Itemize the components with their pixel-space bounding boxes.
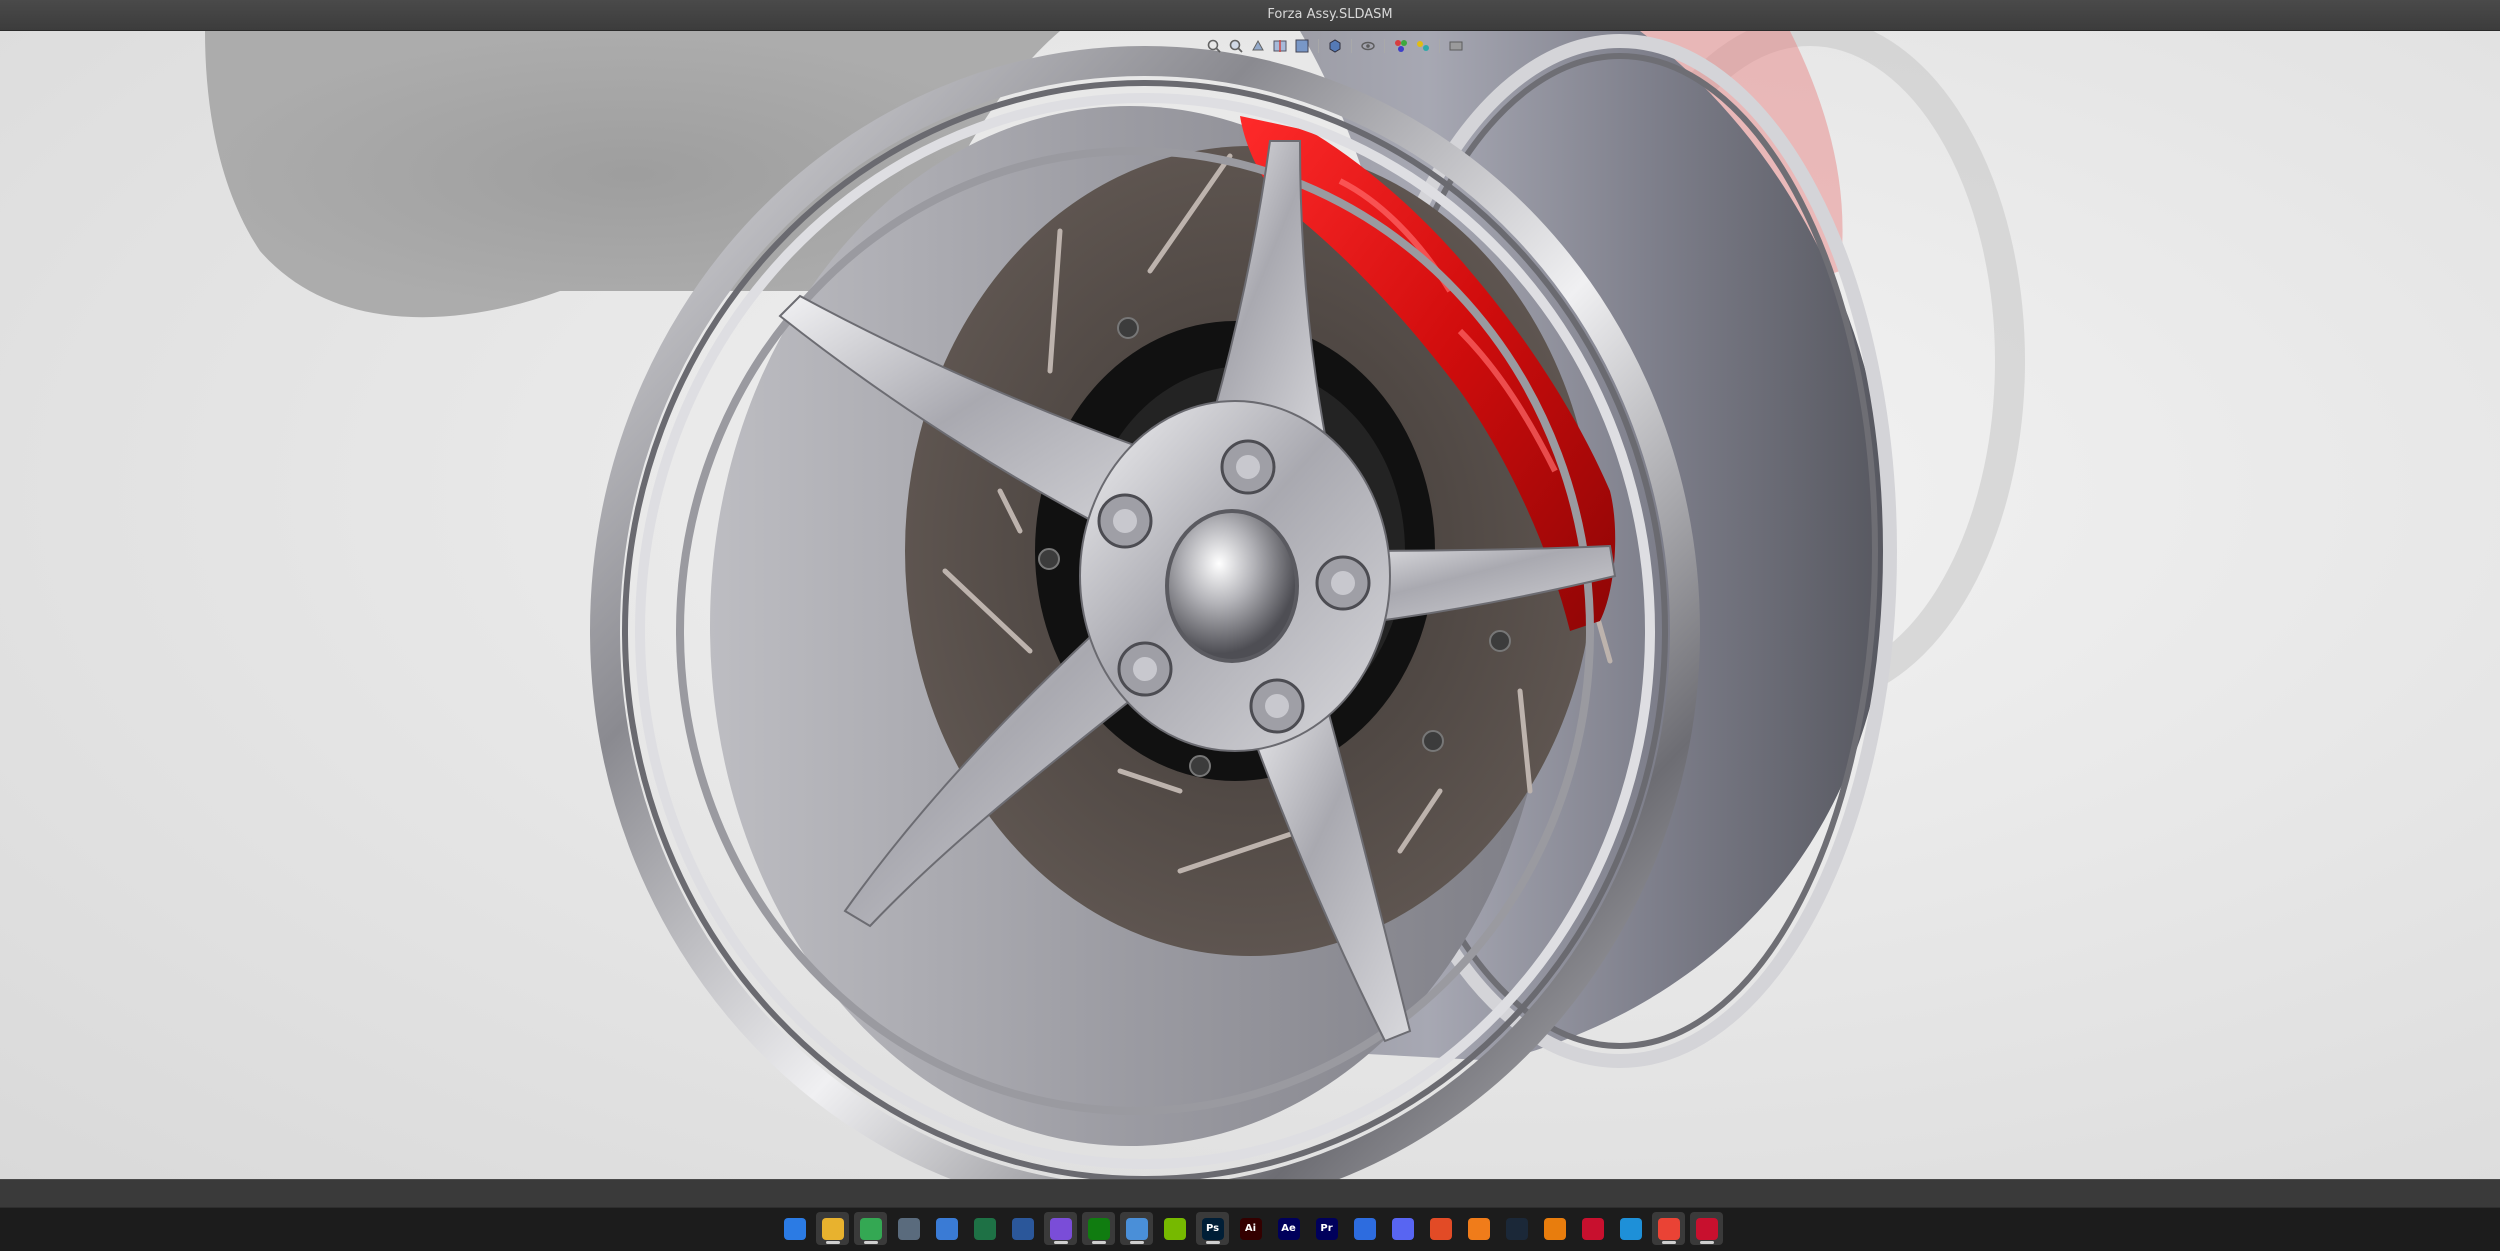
file-explorer-icon[interactable] [816, 1212, 849, 1245]
nvidia-icon[interactable] [1158, 1212, 1191, 1245]
taskbar-pinned-apps: Ps Ai Ae Pr [778, 1212, 1723, 1245]
chrome-glyph [859, 1217, 882, 1240]
steam-icon[interactable] [1500, 1212, 1533, 1245]
discord-icon[interactable] [1386, 1212, 1419, 1245]
status-bar [0, 1179, 2500, 1208]
xbox-glyph [1087, 1217, 1110, 1240]
toolbar-separator [1351, 39, 1352, 53]
solidworks-active-icon[interactable] [1690, 1212, 1723, 1245]
xbox-icon[interactable] [1082, 1212, 1115, 1245]
notepad-glyph [1125, 1217, 1148, 1240]
fusion-icon[interactable] [1462, 1212, 1495, 1245]
chrome-profile-icon[interactable] [1652, 1212, 1685, 1245]
photoshop-icon[interactable]: Ps [1196, 1212, 1229, 1245]
3d-cube-glyph [1619, 1217, 1642, 1240]
3d-cube-icon[interactable] [1614, 1212, 1647, 1245]
previous-view-icon[interactable] [1249, 37, 1267, 55]
discord-glyph [1391, 1217, 1414, 1240]
blender-icon[interactable] [1538, 1212, 1571, 1245]
toolbar-separator [1384, 39, 1385, 53]
running-indicator [1129, 1241, 1144, 1244]
view-settings-icon[interactable] [1447, 37, 1465, 55]
center-cap [1165, 509, 1299, 663]
hide-show-items-icon[interactable] [1359, 37, 1377, 55]
blender-glyph [1543, 1217, 1566, 1240]
mail-glyph [1353, 1217, 1376, 1240]
excel-icon[interactable] [968, 1212, 1001, 1245]
toolbar-separator [1318, 39, 1319, 53]
running-indicator [1205, 1241, 1220, 1244]
calculator-glyph [897, 1217, 920, 1240]
chrome-icon[interactable] [854, 1212, 887, 1245]
zoom-to-fit-icon[interactable] [1205, 37, 1223, 55]
excel-glyph [973, 1217, 996, 1240]
window-titlebar[interactable]: Forza Assy.SLDASM [0, 0, 2500, 31]
heads-up-view-toolbar [1205, 34, 1465, 58]
fusion-glyph [1467, 1217, 1490, 1240]
graphics-viewport[interactable] [0, 31, 2500, 1179]
section-view-icon[interactable] [1271, 37, 1289, 55]
word-glyph [1011, 1217, 1034, 1240]
ea-icon[interactable] [1424, 1212, 1457, 1245]
word-icon[interactable] [1006, 1212, 1039, 1245]
solidworks-icon[interactable] [1576, 1212, 1609, 1245]
taskbar: Ps Ai Ae Pr [0, 1207, 2500, 1251]
photoshop-glyph: Ps [1201, 1217, 1224, 1240]
after-effects-icon[interactable]: Ae [1272, 1212, 1305, 1245]
running-indicator [1053, 1241, 1068, 1244]
view-orientation-icon[interactable] [1293, 37, 1311, 55]
zoom-to-area-icon[interactable] [1227, 37, 1245, 55]
camera-app-glyph [1049, 1217, 1072, 1240]
premiere-pro-icon[interactable]: Pr [1310, 1212, 1343, 1245]
windows-start-glyph [783, 1217, 806, 1240]
solidworks-active-glyph [1695, 1217, 1718, 1240]
calculator-icon[interactable] [892, 1212, 925, 1245]
after-effects-glyph: Ae [1277, 1217, 1300, 1240]
chrome-profile-glyph [1657, 1217, 1680, 1240]
mail-icon[interactable] [1348, 1212, 1381, 1245]
steam-glyph [1505, 1217, 1528, 1240]
illustrator-icon[interactable]: Ai [1234, 1212, 1267, 1245]
notepad-icon[interactable] [1120, 1212, 1153, 1245]
edit-appearance-icon[interactable] [1392, 37, 1410, 55]
microsoft-store-icon[interactable] [930, 1212, 963, 1245]
running-indicator [1091, 1241, 1106, 1244]
running-indicator [863, 1241, 878, 1244]
nvidia-glyph [1163, 1217, 1186, 1240]
toolbar-separator [1439, 39, 1440, 53]
running-indicator [825, 1241, 840, 1244]
running-indicator [1661, 1241, 1676, 1244]
display-style-icon[interactable] [1326, 37, 1344, 55]
ea-glyph [1429, 1217, 1452, 1240]
wheel-assembly-model[interactable] [0, 31, 2500, 1179]
microsoft-store-glyph [935, 1217, 958, 1240]
solidworks-glyph [1581, 1217, 1604, 1240]
running-indicator [1699, 1241, 1714, 1244]
window-title: Forza Assy.SLDASM [1267, 7, 1393, 22]
windows-start-icon[interactable] [778, 1212, 811, 1245]
camera-app-icon[interactable] [1044, 1212, 1077, 1245]
premiere-pro-glyph: Pr [1315, 1217, 1338, 1240]
apply-scene-icon[interactable] [1414, 37, 1432, 55]
file-explorer-glyph [821, 1217, 844, 1240]
illustrator-glyph: Ai [1239, 1217, 1262, 1240]
